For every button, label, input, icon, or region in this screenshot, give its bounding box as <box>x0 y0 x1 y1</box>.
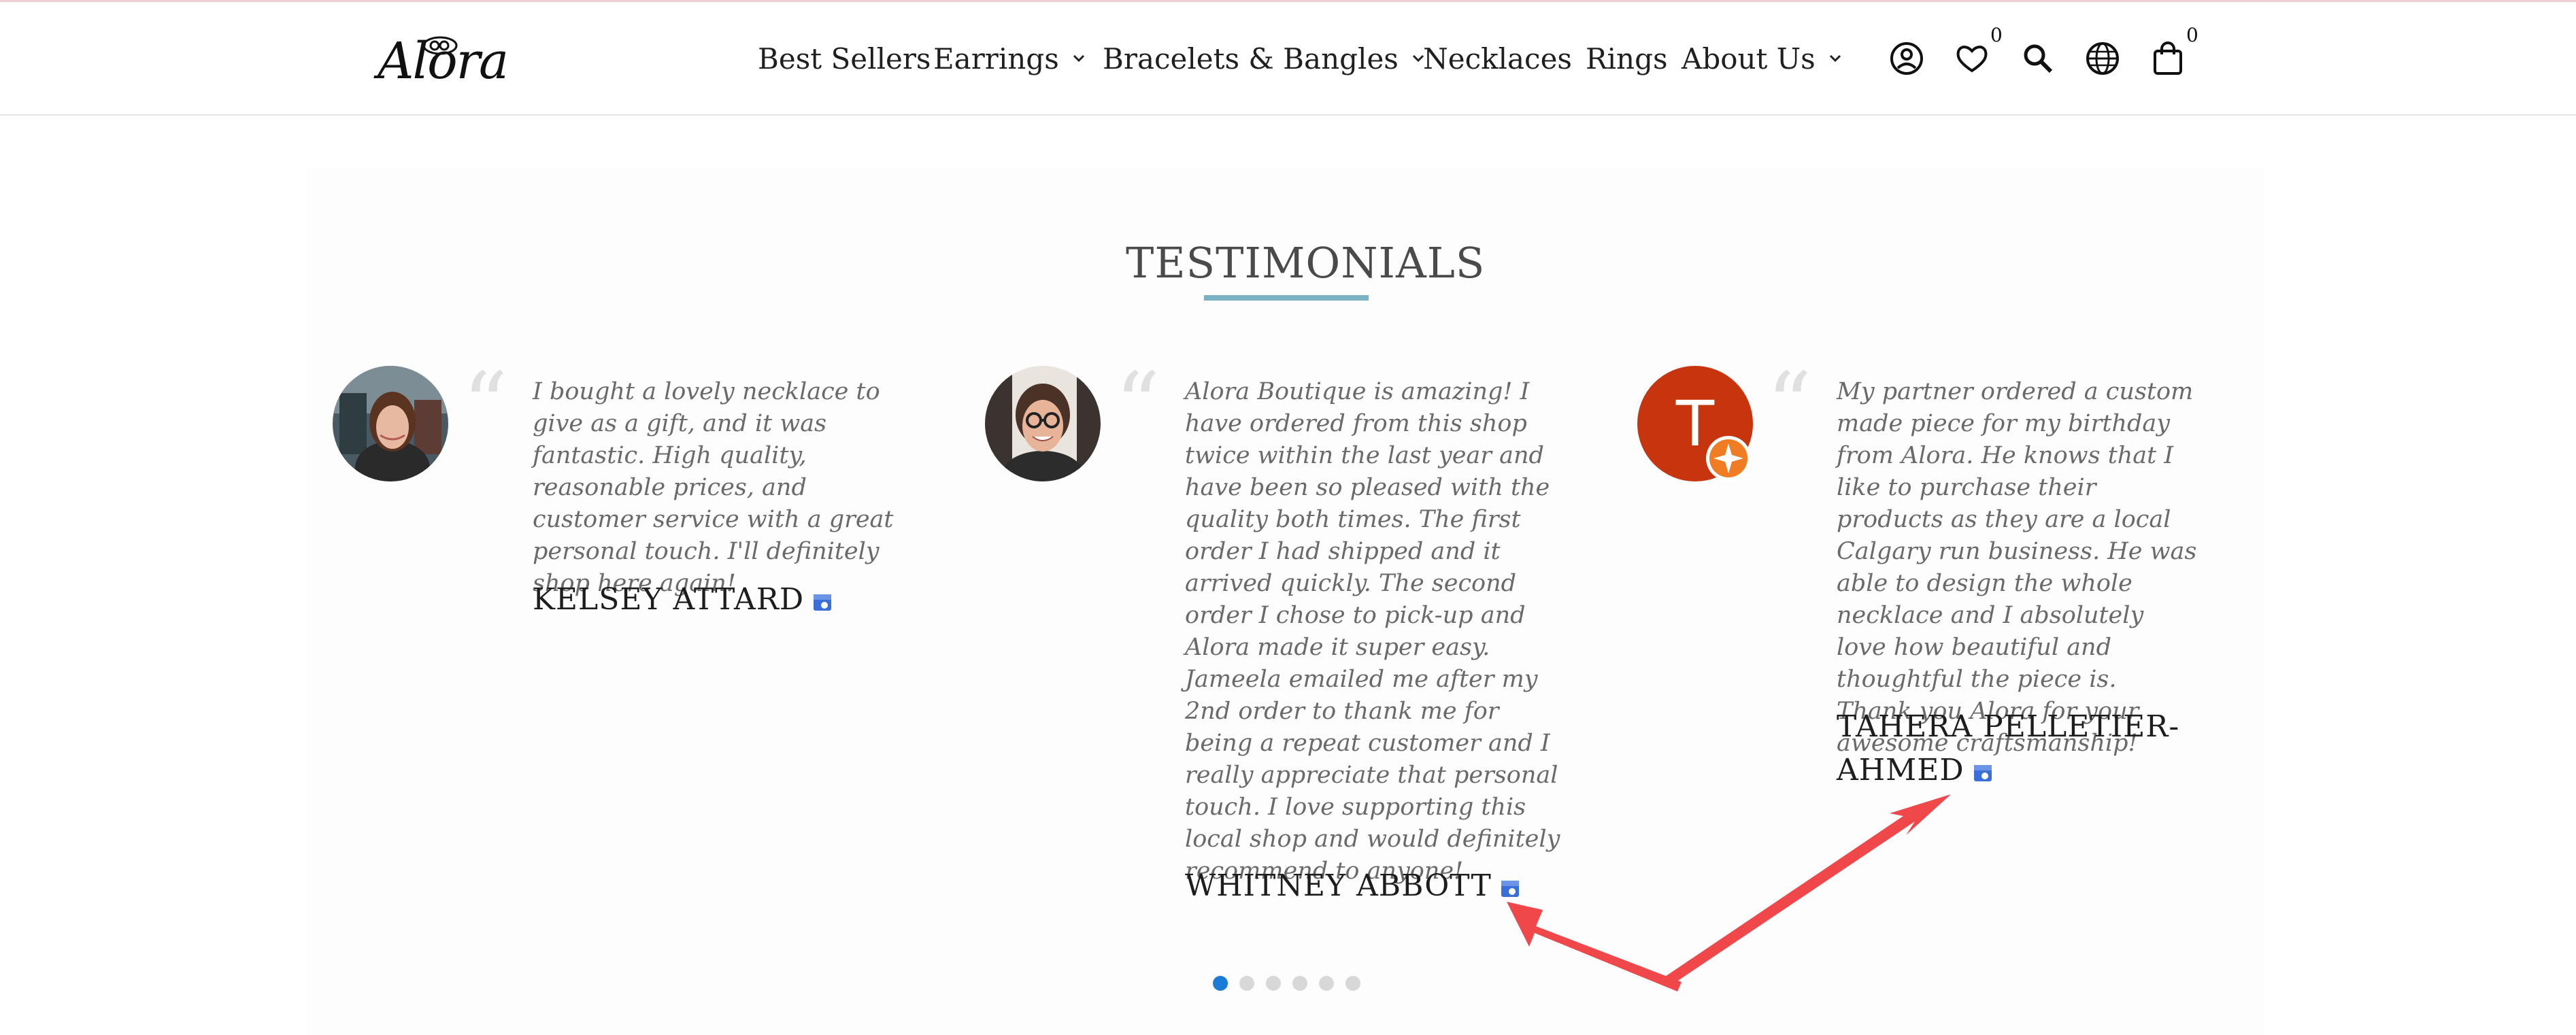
quote-mark-icon: “ <box>1767 353 1812 456</box>
pagination-dot-5[interactable] <box>1319 976 1334 991</box>
avatar-photo-kelsey <box>333 366 448 481</box>
testimonial-author: TAHERA PELLETIER-AHMED <box>1837 705 2190 792</box>
testimonial-quote: My partner ordered a custom made piece f… <box>1837 378 2197 757</box>
search-icon[interactable] <box>2019 39 2057 78</box>
pagination-dot-4[interactable] <box>1292 976 1307 991</box>
nav-label: Necklaces <box>1423 41 1572 75</box>
nav-about-us[interactable]: About Us <box>1682 41 1841 75</box>
nav-label: About Us <box>1682 41 1816 75</box>
nav-bracelets-bangles[interactable]: Bracelets & Bangles <box>1103 41 1424 75</box>
quote-mark-icon: “ <box>463 353 508 456</box>
pagination-dot-1[interactable] <box>1213 976 1228 991</box>
main-nav: Best Sellers Earrings Bracelets & Bangle… <box>0 2 2576 114</box>
nav-best-sellers[interactable]: Best Sellers <box>758 41 931 75</box>
heart-icon[interactable] <box>1953 39 1991 78</box>
author-name: WHITNEY ABBOTT <box>1185 868 1492 903</box>
testimonial-author: KELSEY ATTARD <box>533 578 833 622</box>
chevron-down-icon <box>1829 54 1841 63</box>
avatar: T <box>1637 366 1753 481</box>
author-name: TAHERA PELLETIER-AHMED <box>1837 709 2180 787</box>
account-icon[interactable] <box>1888 39 1926 78</box>
google-business-icon <box>814 594 832 611</box>
nav-label: Rings <box>1586 41 1668 75</box>
avatar <box>985 366 1101 481</box>
avatar <box>333 366 448 481</box>
avatar-photo-whitney <box>985 366 1101 481</box>
section-title: TESTIMONIALS <box>1126 238 1486 288</box>
nav-earrings[interactable]: Earrings <box>933 41 1085 75</box>
globe-icon[interactable] <box>2084 39 2122 78</box>
nav-rings[interactable]: Rings <box>1586 41 1668 75</box>
pagination-dot-2[interactable] <box>1239 976 1254 991</box>
nav-label: Best Sellers <box>758 41 931 75</box>
nav-label: Bracelets & Bangles <box>1103 41 1399 75</box>
google-business-icon <box>1501 880 1519 897</box>
google-business-icon <box>1973 764 1992 781</box>
avatar-letter-icon: T <box>1637 366 1753 481</box>
nav-necklaces[interactable]: Necklaces <box>1423 41 1572 75</box>
carousel-pagination <box>1213 976 1366 992</box>
author-name: KELSEY ATTARD <box>533 582 805 617</box>
nav-label: Earrings <box>933 41 1059 75</box>
wishlist-count-badge: 0 <box>1990 24 2003 46</box>
title-underline <box>1204 295 1369 301</box>
cart-count-badge: 0 <box>2186 24 2198 46</box>
quote-mark-icon: “ <box>1115 353 1160 456</box>
pagination-dot-3[interactable] <box>1266 976 1281 991</box>
site-header: Alora Best Sellers Earrings Bracelets & … <box>0 2 2576 116</box>
pagination-dot-6[interactable] <box>1345 976 1360 991</box>
testimonial-quote: I bought a lovely necklace to give as a … <box>533 378 894 597</box>
testimonial-author: WHITNEY ABBOTT <box>1185 864 1520 908</box>
chevron-down-icon <box>1073 54 1084 63</box>
cart-icon[interactable] <box>2149 39 2187 78</box>
testimonial-quote: Alora Boutique is amazing! I have ordere… <box>1185 378 1560 885</box>
